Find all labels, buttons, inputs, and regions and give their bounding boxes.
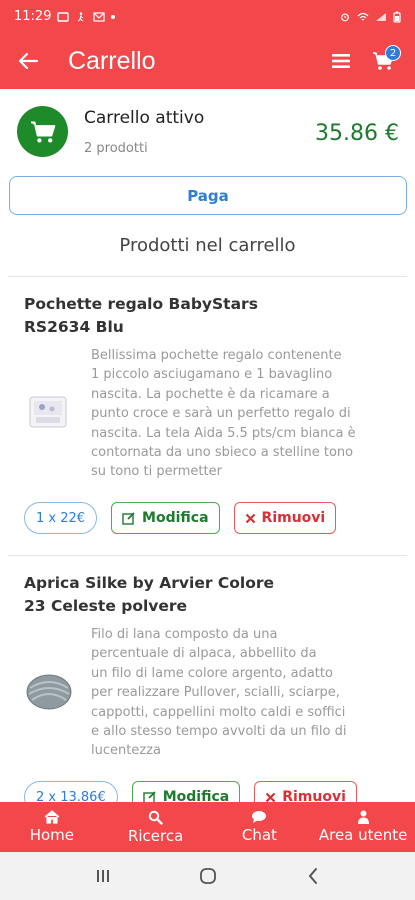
- cart-summary: Carrello attivo 2 prodotti 35.86 €: [0, 89, 415, 175]
- description-line: cappotti, cappellini molto caldi e soffi…: [91, 704, 346, 720]
- product-name: Aprica Silke by Arvier Colore 23 Celeste…: [24, 572, 394, 618]
- product-name-line: 23 Celeste polvere: [24, 597, 188, 615]
- product-name-line: Aprica Silke by Arvier Colore: [24, 574, 275, 592]
- status-time: 11:29: [14, 9, 52, 24]
- description-line: un filo di lame colore argento, adatto: [91, 665, 333, 681]
- chat-bubble-icon: [252, 811, 267, 823]
- home-nav-button[interactable]: [188, 856, 228, 896]
- edit-label: Modifica: [142, 510, 209, 526]
- menu-button[interactable]: [323, 43, 359, 79]
- shopping-cart-icon: [30, 121, 55, 143]
- cart-total: 35.86 €: [315, 121, 399, 146]
- tab-account[interactable]: Area utente: [311, 802, 415, 852]
- description-line: percentuale di alpaca, abbellito da: [91, 646, 317, 662]
- edit-icon: [122, 512, 135, 525]
- tab-chat[interactable]: Chat: [208, 802, 312, 852]
- edit-button[interactable]: Modifica: [131, 781, 241, 802]
- screen-record-icon: [57, 11, 70, 22]
- product-description: Bellissima pochette regalo contenente 1 …: [91, 346, 396, 482]
- product-name-line: RS2634 Blu: [24, 318, 124, 336]
- description-line: punto croce e sarà un perfetto regalo di: [91, 406, 351, 422]
- close-icon: [245, 513, 255, 523]
- mail-icon: [93, 11, 106, 22]
- cart-content[interactable]: Carrello attivo 2 prodotti 35.86 € Paga …: [0, 89, 415, 802]
- description-line: Filo di lana composto da una: [91, 627, 278, 642]
- item-actions: 1 x 22€ Modifica Rimuovi: [24, 502, 337, 534]
- pay-button[interactable]: Paga: [9, 176, 407, 215]
- product-name: Pochette regalo BabyStars RS2634 Blu: [24, 293, 394, 339]
- cart-item: Pochette regalo BabyStars RS2634 Blu Bel…: [0, 277, 415, 555]
- tab-home[interactable]: Home: [0, 802, 104, 852]
- product-image[interactable]: [24, 666, 74, 716]
- remove-label: Rimuovi: [282, 789, 346, 802]
- description-line: lucentezza: [91, 743, 161, 759]
- close-icon: [265, 792, 276, 802]
- quantity-pill[interactable]: 1 x 22€: [24, 502, 98, 534]
- alarm-icon: [341, 13, 349, 21]
- walking-icon: [78, 11, 84, 22]
- tab-label: Area utente: [318, 826, 408, 844]
- notification-dot-icon: [111, 14, 116, 19]
- product-description: Filo di lana composto da una percentuale…: [91, 625, 396, 761]
- cart-item-count: 2 prodotti: [84, 141, 148, 156]
- signal-icon: [376, 12, 386, 21]
- tab-label: Chat: [241, 826, 277, 844]
- home-circle-icon: [199, 868, 216, 884]
- description-line: 1 piccolo asciugamano e 1 bavaglino: [91, 367, 333, 383]
- edit-label: Modifica: [162, 789, 230, 802]
- product-name-line: Pochette regalo BabyStars: [24, 295, 258, 313]
- description-line: Bellissima pochette regalo contenente: [91, 348, 342, 363]
- back-nav-button[interactable]: [293, 856, 333, 896]
- product-image[interactable]: [24, 387, 74, 437]
- tab-label: Home: [29, 826, 75, 844]
- chevron-left-icon: [308, 868, 317, 884]
- arrow-left-icon: [18, 52, 38, 70]
- back-button[interactable]: [0, 33, 56, 89]
- bottom-tab-bar: Home Ricerca Chat Area utente: [0, 802, 415, 852]
- search-icon: [148, 810, 163, 825]
- description-line: nascita. La pochette è da ricamare a: [91, 386, 330, 402]
- recent-apps-icon: [96, 870, 109, 882]
- status-bar: 11:29: [0, 0, 415, 33]
- remove-button[interactable]: Rimuovi: [233, 502, 337, 534]
- yarn-image-icon: [26, 674, 72, 710]
- system-navigation-bar: [0, 852, 415, 900]
- description-line: contornata da uno sbieco a stelline tono: [91, 445, 354, 461]
- recent-apps-button[interactable]: [83, 856, 123, 896]
- tab-search[interactable]: Ricerca: [104, 802, 208, 852]
- products-section-title: Prodotti nel carrello: [119, 235, 296, 256]
- quantity-pill[interactable]: 2 x 13.86€: [24, 781, 118, 802]
- cart-item: Aprica Silke by Arvier Colore 23 Celeste…: [0, 556, 415, 802]
- user-icon: [357, 810, 369, 824]
- wifi-icon: [357, 12, 369, 20]
- item-actions: 2 x 13.86€ Modifica Rimuovi: [24, 781, 357, 802]
- edit-button[interactable]: Modifica: [111, 502, 220, 534]
- home-icon: [44, 810, 60, 824]
- description-line: su tono ti permetter: [91, 464, 222, 480]
- page-title: Carrello: [68, 46, 156, 75]
- edit-icon: [143, 791, 156, 802]
- cart-avatar: [17, 106, 68, 157]
- cart-title: Carrello attivo: [84, 108, 205, 128]
- cart-button[interactable]: 2: [365, 43, 401, 79]
- cart-badge: 2: [385, 45, 401, 61]
- remove-button[interactable]: Rimuovi: [254, 781, 357, 802]
- pouch-image-icon: [29, 396, 67, 428]
- description-line: per realizzare Pullover, scialli, sciarp…: [91, 685, 340, 701]
- battery-icon: [393, 11, 401, 23]
- app-bar: Carrello 2: [0, 33, 415, 89]
- description-line: nascita. La tela Aida 5.5 pts/cm bianca …: [91, 425, 356, 441]
- description-line: e allo stesso tempo avvolti da un filo d…: [91, 724, 347, 740]
- hamburger-icon: [332, 54, 350, 68]
- tab-label: Ricerca: [127, 826, 184, 845]
- remove-label: Rimuovi: [261, 510, 326, 526]
